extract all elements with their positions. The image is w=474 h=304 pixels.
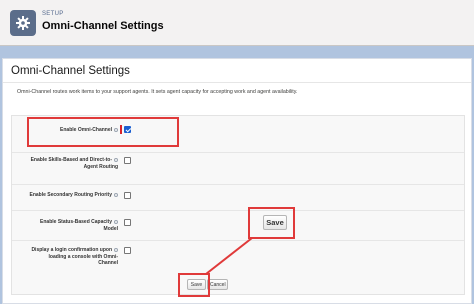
callout-connector: [205, 237, 253, 275]
callout-line: [205, 237, 253, 275]
